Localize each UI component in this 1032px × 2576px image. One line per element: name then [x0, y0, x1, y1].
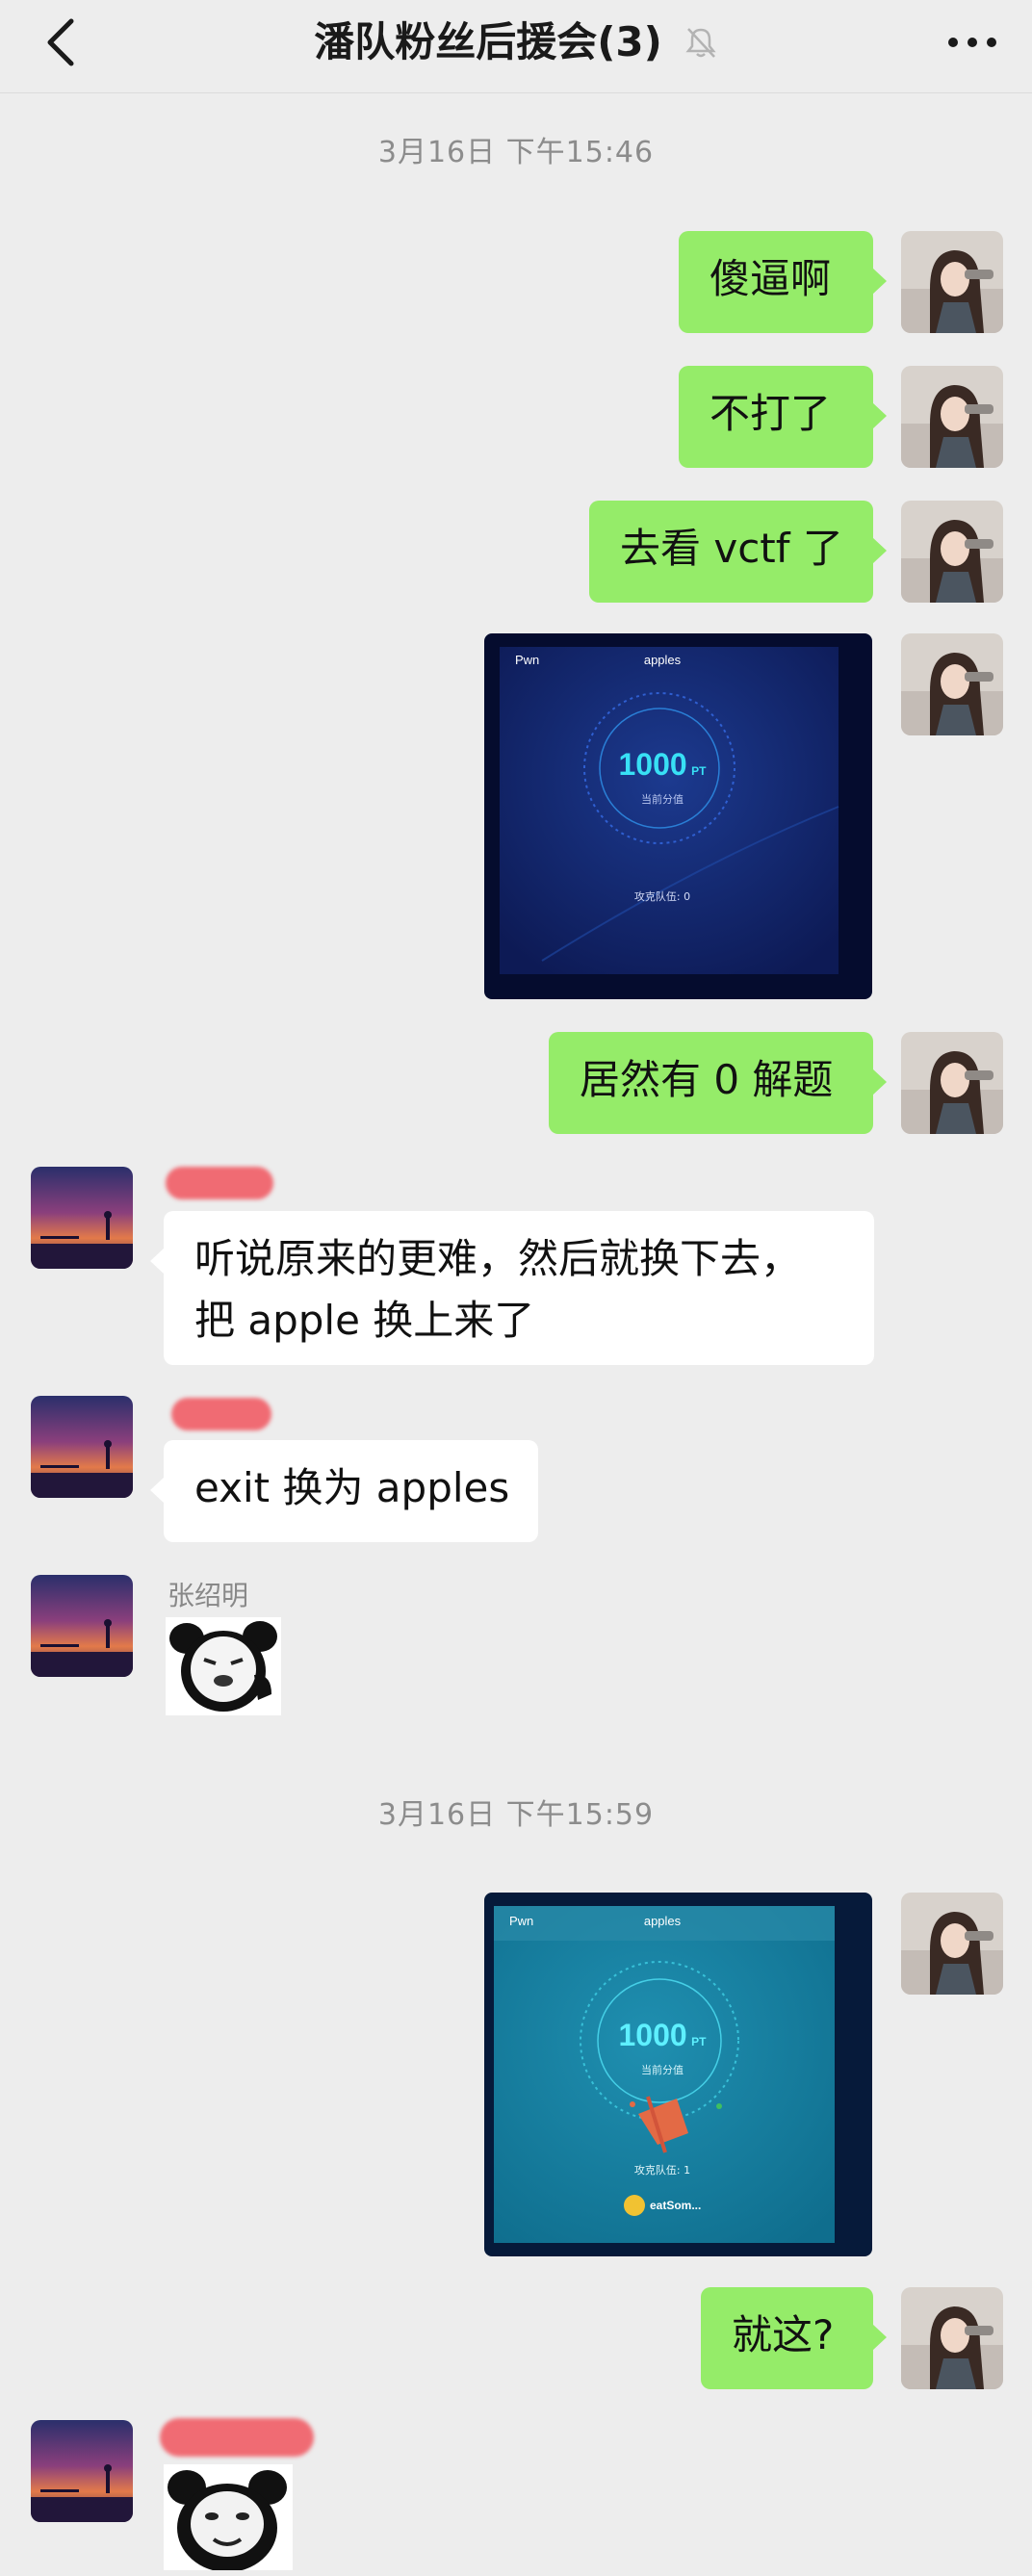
ctf-challenge-name: apples — [643, 1914, 682, 1928]
image-message[interactable]: Pwn apples 1000 PT 当前分值 攻克队伍: 1 eatSom..… — [484, 1893, 872, 2256]
my-avatar[interactable] — [901, 1032, 1003, 1134]
message-line: 把 apple 换上来了 — [194, 1297, 535, 1344]
bell-off-icon — [685, 28, 716, 58]
message-bubble[interactable]: 去看 vctf 了 — [589, 501, 887, 603]
ctf-score: 1000 PT — [618, 747, 707, 782]
timestamp: 3月16日 下午15:59 — [377, 1798, 655, 1832]
chat-header: 潘队粉丝后援会(3) — [0, 0, 1032, 93]
sender-name: 张绍明 — [168, 1580, 249, 1611]
sender-name-redacted — [160, 2418, 314, 2457]
message-bubble[interactable]: 傻逼啊 — [679, 231, 887, 333]
ctf-challenge-name: apples — [643, 653, 682, 667]
panda-sticker[interactable] — [164, 2464, 293, 2570]
more-dots-icon[interactable] — [945, 23, 999, 62]
message-bubble[interactable]: exit 换为 apples — [150, 1440, 538, 1542]
ctf-solver-name: eatSom... — [650, 2199, 702, 2212]
sender-avatar[interactable] — [31, 2420, 133, 2522]
my-avatar[interactable] — [901, 633, 1003, 735]
timestamp: 3月16日 下午15:46 — [377, 136, 655, 169]
message-bubble[interactable]: 听说原来的更难，然后就换下去， 把 apple 换上来了 — [150, 1211, 874, 1365]
my-avatar[interactable] — [901, 231, 1003, 333]
sender-name-redacted — [171, 1398, 271, 1430]
message-bubble[interactable]: 就这? — [701, 2287, 887, 2389]
my-avatar[interactable] — [901, 366, 1003, 468]
sender-avatar[interactable] — [31, 1167, 133, 1269]
ctf-teams-label: 攻克队伍: 1 — [633, 2164, 691, 2177]
my-avatar[interactable] — [901, 501, 1003, 603]
image-message[interactable]: Pwn apples 1000 PT 当前分值 攻克队伍: 0 — [484, 633, 872, 999]
ctf-score-label: 当前分值 — [641, 2064, 684, 2076]
chat-title[interactable]: 潘队粉丝后援会(3) — [314, 13, 662, 71]
sender-avatar[interactable] — [31, 1396, 133, 1498]
my-avatar[interactable] — [901, 2287, 1003, 2389]
message-bubble[interactable]: 居然有 0 解题 — [549, 1032, 887, 1134]
sender-name-redacted — [166, 1167, 273, 1199]
message-line: 听说原来的更难，然后就换下去， — [194, 1235, 802, 1282]
ctf-score-label: 当前分值 — [641, 793, 684, 806]
my-avatar[interactable] — [901, 1893, 1003, 1995]
panda-sticker[interactable] — [166, 1617, 281, 1715]
ctf-score: 1000 PT — [618, 2018, 707, 2052]
ctf-teams-label: 攻克队伍: 0 — [633, 890, 691, 903]
message-bubble[interactable]: 不打了 — [679, 366, 887, 468]
sender-avatar[interactable] — [31, 1575, 133, 1677]
chat-title-bar: 潘队粉丝后援会(3) — [0, 13, 1032, 71]
